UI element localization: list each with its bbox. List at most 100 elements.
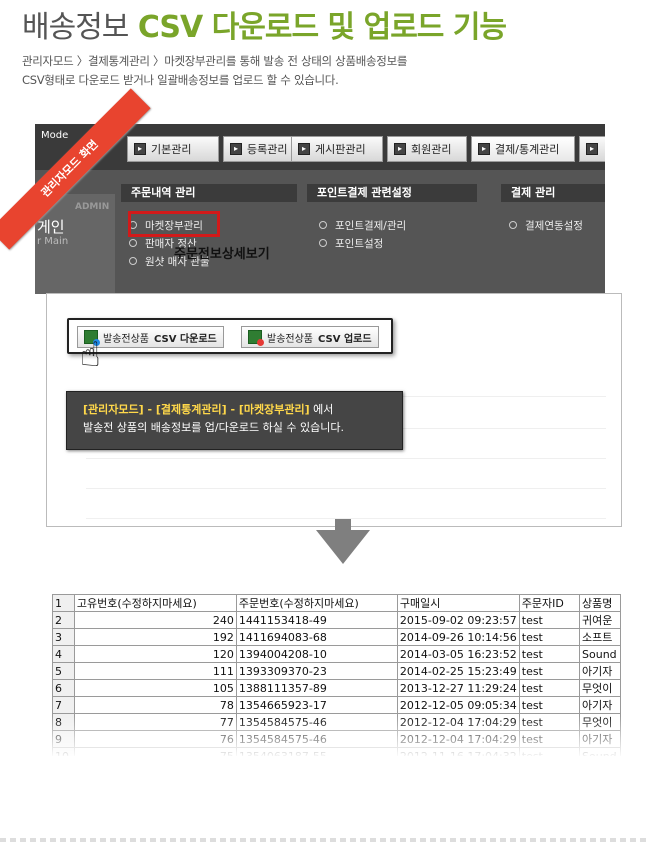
table-row: 6 105 1388111357-89 2013-12-27 11:29:24 test…	[52, 679, 621, 697]
submenu-header-payment[interactable]: 결제 관리	[501, 184, 605, 202]
hand-cursor-icon: ☝	[80, 335, 101, 375]
submenu-item-payment-integration[interactable]: 결제연동설정	[509, 218, 583, 233]
tab-label: 결제/통계관리	[495, 143, 560, 156]
table-cell[interactable]: 1441153418-49	[235, 611, 398, 629]
table-cell[interactable]: 105	[73, 679, 237, 697]
table-cell[interactable]: 1393309370-23	[235, 662, 398, 680]
row-number: 6	[52, 679, 75, 697]
mode-label: Mode	[41, 130, 69, 141]
order-detail-overlay-text: 주문전보상세보기	[174, 247, 270, 262]
table-cell[interactable]: 2014-03-05 16:23:52	[396, 645, 520, 663]
submenu-item-point-payment[interactable]: 포인트결제/관리	[319, 218, 406, 233]
header-cell[interactable]: 고유번호(수정하지마세요)	[73, 594, 237, 612]
tab-label: 게시판관리	[315, 143, 366, 156]
admin-submenu: 주문내역 관리 포인트결제 관련설정 결제 관리 마켓장부관리 판매자 정산 원…	[35, 170, 605, 294]
row-number: 7	[52, 696, 75, 714]
row-number: 3	[52, 628, 75, 646]
bottom-divider	[0, 838, 650, 842]
table-cell[interactable]: test	[518, 628, 581, 646]
tip-path: [관리자모드] - [결제통계관리] - [마켓장부관리]	[83, 403, 310, 416]
title-part1: 배송정보	[22, 10, 129, 45]
help-tooltip: [관리자모드] - [결제통계관리] - [마켓장부관리] 에서 발송전 상품의…	[66, 391, 403, 450]
description-line1: 관리자모드 〉결제통계관리 〉마켓장부관리를 통해 발송 전 상태의 상품배송정…	[22, 54, 408, 68]
submenu-item-point-settings[interactable]: 포인트설정	[319, 236, 383, 251]
header-cell[interactable]: 상품명	[579, 594, 621, 612]
table-cell[interactable]: 2015-09-02 09:23:57	[396, 611, 520, 629]
row-number: 1	[52, 594, 75, 612]
csv-button-bar: 발송전상품 CSV 다운로드 발송전상품 CSV 업로드	[67, 318, 393, 354]
download-label: CSV 다운로드	[154, 333, 217, 345]
table-cell[interactable]: 무엇이	[579, 679, 621, 697]
table-row: 7 78 1354665923-17 2012-12-05 09:05:34 test 아…	[52, 696, 621, 714]
table-row: 5 111 1393309370-23 2014-02-25 15:23:49 test…	[52, 662, 621, 680]
table-cell[interactable]: 2013-12-27 11:29:24	[396, 679, 520, 697]
left-panel-sub: r Main	[37, 236, 69, 247]
table-row: 4 120 1394004208-10 2014-03-05 16:23:52 test…	[52, 645, 621, 663]
upload-label: CSV 업로드	[318, 333, 372, 345]
row-number: 4	[52, 645, 75, 663]
csv-upload-button[interactable]: 발송전상품 CSV 업로드	[241, 326, 379, 348]
description-line2: CSV형태로 다운로드 받거나 일괄배송정보를 업로드 할 수 있습니다.	[22, 73, 339, 87]
tab-bullet-icon: ▸	[394, 143, 406, 155]
table-cell[interactable]: test	[518, 662, 581, 680]
table-cell[interactable]: 1394004208-10	[235, 645, 398, 663]
table-cell[interactable]: 1354665923-17	[235, 696, 398, 714]
excel-upload-icon	[248, 330, 264, 346]
table-cell[interactable]: 78	[73, 696, 237, 714]
tab-bullet-icon: ▸	[298, 143, 310, 155]
submenu-header-orders[interactable]: 주문내역 관리	[121, 184, 297, 202]
row-number: 2	[52, 611, 75, 629]
table-cell[interactable]: 소프트	[579, 628, 621, 646]
tab-bullet-icon: ▸	[230, 143, 242, 155]
table-cell[interactable]: test	[518, 679, 581, 697]
page-title: 배송정보 CSV 다운로드 및 업로드 기능	[22, 2, 507, 46]
table-cell[interactable]: 아기자	[579, 662, 621, 680]
table-cell[interactable]: Sound	[579, 645, 621, 663]
table-cell[interactable]: 2012-12-05 09:05:34	[396, 696, 520, 714]
left-panel-title: 게인	[37, 218, 65, 236]
admin-screenshot: Mode ▸ 기본관리 ▸ 등록관리 ▸ 게시판관리 ▸ 회원관리 ▸ 결제/통계관리 ▸…	[35, 124, 605, 294]
tab-bullet-icon: ▸	[134, 143, 146, 155]
table-cell[interactable]: test	[518, 696, 581, 714]
table-cell[interactable]: 1411694083-68	[235, 628, 398, 646]
tab-board[interactable]: ▸ 게시판관리	[291, 136, 383, 162]
row-number: 5	[52, 662, 75, 680]
table-row: 3 192 1411694083-68 2014-09-26 10:14:56 test…	[52, 628, 621, 646]
table-cell[interactable]: 240	[73, 611, 237, 629]
table-cell[interactable]: 120	[73, 645, 237, 663]
table-cell[interactable]: 192	[73, 628, 237, 646]
tab-label: 기본관리	[151, 143, 192, 156]
table-cell[interactable]: test	[518, 611, 581, 629]
download-prefix: 발송전상품	[103, 333, 149, 345]
submenu-header-points[interactable]: 포인트결제 관련설정	[307, 184, 477, 202]
market-ledger-highlight	[128, 211, 220, 237]
description: 관리자모드 〉결제통계관리 〉마켓장부관리를 통해 발송 전 상태의 상품배송정…	[22, 52, 407, 90]
upload-prefix: 발송전상품	[267, 333, 313, 345]
table-cell[interactable]: 2014-02-25 15:23:49	[396, 662, 520, 680]
spreadsheet-fade	[52, 716, 621, 758]
tab-bullet-icon: ▸	[478, 143, 490, 155]
tab-basic[interactable]: ▸ 기본관리	[127, 136, 219, 162]
tab-label: 회원관리	[411, 143, 452, 156]
tab-more[interactable]: ▸	[579, 136, 605, 162]
table-row: 2 240 1441153418-49 2015-09-02 09:23:57 test…	[52, 611, 621, 629]
table-cell[interactable]: 1388111357-89	[235, 679, 398, 697]
table-cell[interactable]: 귀여운	[579, 611, 621, 629]
table-cell[interactable]: 111	[73, 662, 237, 680]
tip-suffix: 에서	[309, 403, 334, 416]
table-cell[interactable]: 2014-09-26 10:14:56	[396, 628, 520, 646]
header-cell[interactable]: 구매일시	[396, 594, 520, 612]
tab-payment-stats[interactable]: ▸ 결제/통계관리	[471, 136, 575, 162]
admin-label: ADMIN	[75, 202, 110, 212]
table-header-row: 1 고유번호(수정하지마세요) 주문번호(수정하지마세요) 구매일시 주문자ID…	[52, 594, 621, 612]
title-part2: CSV 다운로드 및 업로드 기능	[137, 10, 507, 45]
tip-line2: 발송전 상품의 배송정보를 업/다운로드 하실 수 있습니다.	[83, 421, 344, 434]
tab-members[interactable]: ▸ 회원관리	[387, 136, 467, 162]
tab-label: 등록관리	[247, 143, 288, 156]
tab-bullet-icon: ▸	[586, 143, 598, 155]
down-arrow-icon	[316, 530, 370, 564]
table-cell[interactable]: 아기자	[579, 696, 621, 714]
header-cell[interactable]: 주문자ID	[518, 594, 581, 612]
table-cell[interactable]: test	[518, 645, 581, 663]
header-cell[interactable]: 주문번호(수정하지마세요)	[235, 594, 398, 612]
